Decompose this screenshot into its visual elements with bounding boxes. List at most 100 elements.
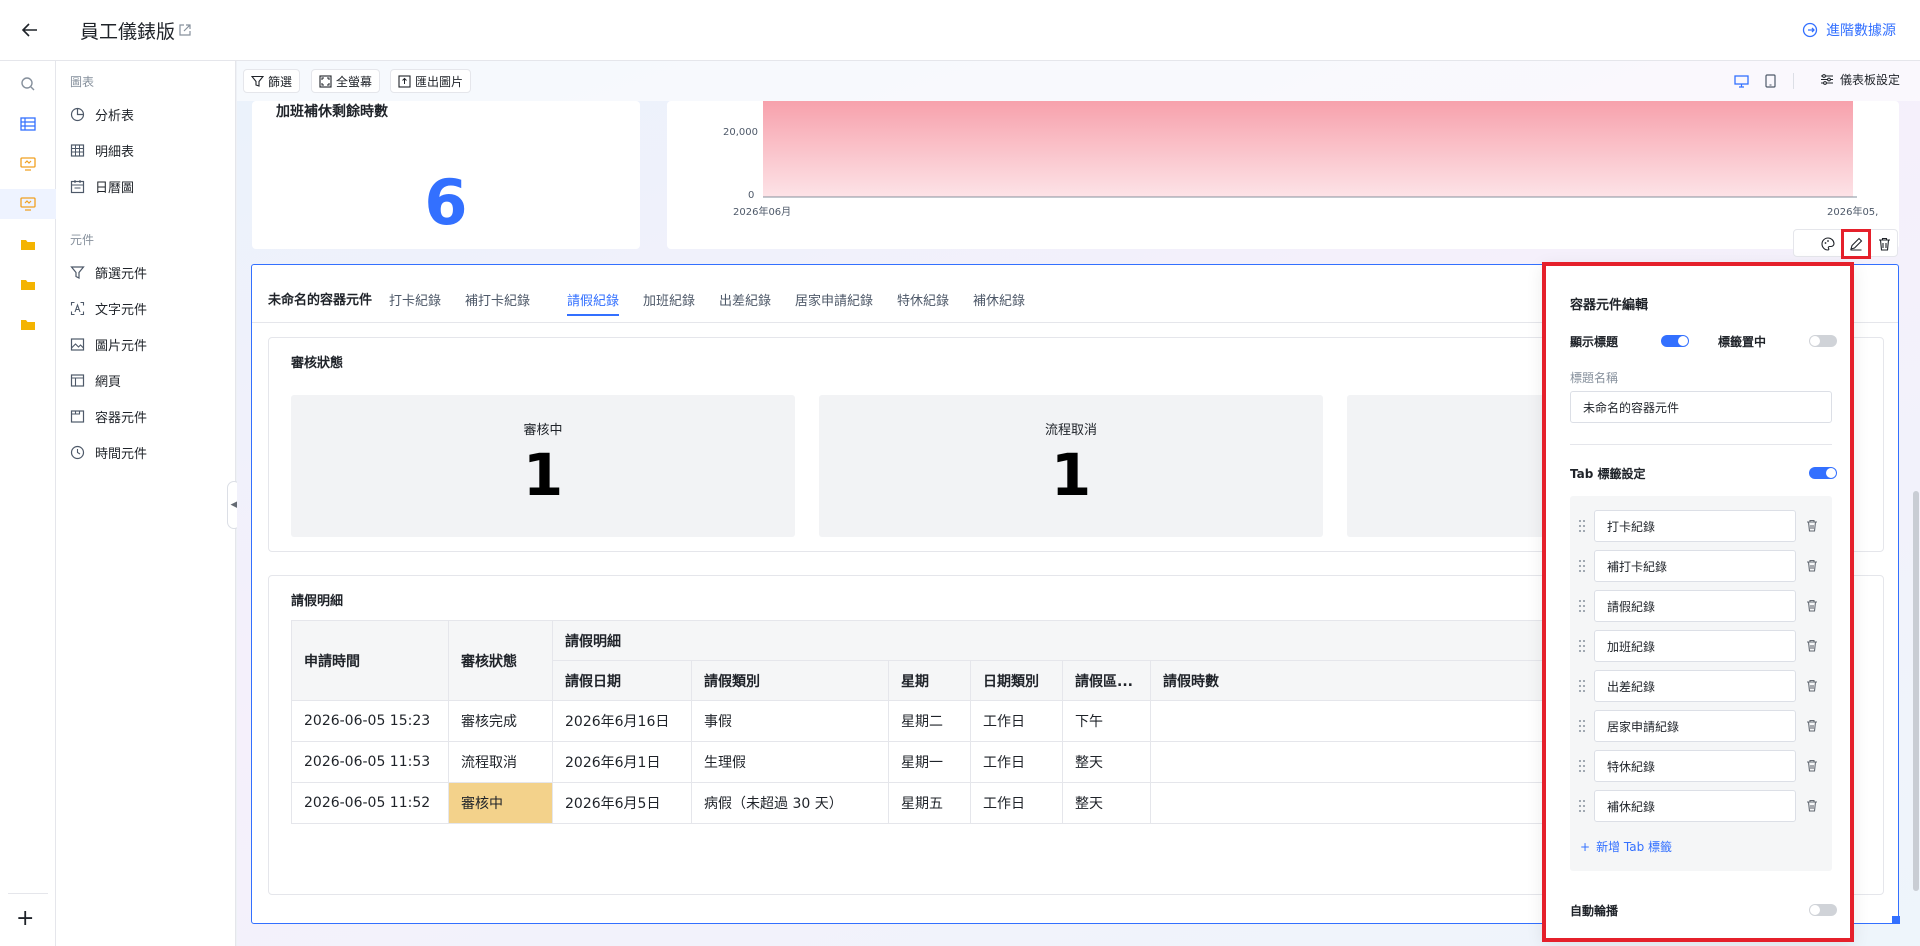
comp-item-image[interactable]: 圖片元件 [70, 331, 230, 357]
rail-search[interactable] [0, 69, 56, 99]
tab-clock-in[interactable]: 打卡紀錄 [389, 290, 441, 309]
trash-icon[interactable] [1804, 598, 1820, 614]
drag-handle-icon[interactable] [1578, 639, 1586, 653]
col-header-status[interactable]: 審核狀態 [448, 620, 553, 701]
rail-dashboard-1[interactable] [0, 149, 56, 179]
comp-item-analysis[interactable]: 分析表 [70, 101, 230, 127]
col-header-date[interactable]: 請假日期 [552, 660, 692, 701]
add-tab-button[interactable]: + 新增 Tab 標籤 [1580, 838, 1672, 855]
cell-hours [1150, 700, 1551, 742]
trash-icon[interactable] [1804, 758, 1820, 774]
drag-handle-icon[interactable] [1578, 719, 1586, 733]
drag-handle-icon[interactable] [1578, 519, 1586, 533]
drag-handle-icon[interactable] [1578, 799, 1586, 813]
delete-widget-button[interactable] [1874, 234, 1894, 254]
chart-card[interactable]: 20,000 0 2026年06月 2026年05, [667, 101, 1899, 249]
filter-button[interactable]: 篩選 [243, 69, 301, 93]
cell-day-type: 工作日 [970, 741, 1063, 783]
title-name-input[interactable] [1570, 391, 1832, 423]
fullscreen-icon [319, 74, 332, 88]
edit-button[interactable] [1841, 229, 1871, 259]
trash-icon[interactable] [1804, 798, 1820, 814]
drag-handle-icon[interactable] [1578, 679, 1586, 693]
tab-settings-toggle[interactable] [1809, 467, 1837, 479]
col-header-range[interactable]: 請假區... [1062, 660, 1151, 701]
comp-item-calendar[interactable]: 日曆圖 [70, 173, 230, 199]
tab-overtime[interactable]: 加班紀錄 [643, 290, 695, 309]
area-chart [763, 101, 1857, 198]
rail-folder-1[interactable] [0, 229, 56, 259]
cell-time: 2026-06-05 11:53 [291, 741, 449, 783]
trash-icon[interactable] [1804, 718, 1820, 734]
center-tabs-toggle[interactable] [1809, 335, 1837, 347]
rail-folder-3[interactable] [0, 309, 56, 339]
drag-handle-icon[interactable] [1578, 759, 1586, 773]
col-header-day-type[interactable]: 日期類別 [970, 660, 1063, 701]
comp-item-webpage[interactable]: 網頁 [70, 367, 230, 393]
tab-makeup-clock-in[interactable]: 補打卡紀錄 [465, 290, 530, 309]
tab-name-input[interactable] [1594, 550, 1796, 582]
tab-leave[interactable]: 請假紀錄 [567, 290, 619, 309]
autoplay-toggle[interactable] [1809, 904, 1837, 916]
mobile-view-button[interactable] [1765, 69, 1776, 93]
add-button[interactable]: + [16, 908, 34, 930]
tab-name-input[interactable] [1594, 670, 1796, 702]
drag-handle-icon[interactable] [1578, 599, 1586, 613]
active-tab-indicator [567, 314, 619, 316]
col-header-time[interactable]: 申請時間 [291, 620, 449, 701]
cell-time: 2026-06-05 15:23 [291, 700, 449, 742]
tab-name-input[interactable] [1594, 590, 1796, 622]
tab-name-input[interactable] [1594, 510, 1796, 542]
comp-item-text[interactable]: 文字元件 [70, 295, 230, 321]
canvas-scrollbar[interactable] [1913, 491, 1919, 891]
dashboard-icon [20, 157, 36, 171]
calendar-icon [70, 179, 85, 193]
tab-comp-leave[interactable]: 補休紀錄 [973, 290, 1025, 309]
drag-handle-icon[interactable] [1578, 559, 1586, 573]
tab-row [1570, 710, 1832, 742]
top-bar: 員工儀錶版 進階數據源 [0, 0, 1920, 61]
tab-name-input[interactable] [1594, 790, 1796, 822]
metric-card[interactable]: 加班補休剩餘時數 6 [252, 101, 640, 249]
fullscreen-button-label: 全螢幕 [336, 74, 373, 89]
col-header-type[interactable]: 請假類別 [691, 660, 889, 701]
fullscreen-button[interactable]: 全螢幕 [311, 69, 381, 93]
tab-annual-leave[interactable]: 特休紀錄 [897, 290, 949, 309]
resize-handle[interactable] [1892, 916, 1900, 924]
comp-item-filter[interactable]: 篩選元件 [70, 259, 230, 285]
external-link-icon[interactable] [178, 23, 192, 37]
dashboard-settings-button[interactable]: 儀表板設定 [1820, 71, 1900, 88]
toggle-knob [1826, 468, 1836, 478]
col-header-weekday[interactable]: 星期 [888, 660, 971, 701]
folder-icon [21, 239, 35, 250]
charts-group-label: 圖表 [70, 75, 95, 89]
tab-name-input[interactable] [1594, 710, 1796, 742]
cell-day-type: 工作日 [970, 700, 1063, 742]
trash-icon[interactable] [1804, 638, 1820, 654]
advanced-source-link[interactable]: 進階數據源 [1802, 20, 1896, 40]
rail-table[interactable] [0, 109, 56, 139]
style-button[interactable] [1818, 234, 1838, 254]
y-tick-label: 0 [748, 190, 755, 201]
trash-icon[interactable] [1804, 558, 1820, 574]
tab-remote-work[interactable]: 居家申請紀錄 [795, 290, 873, 309]
tab-name-input[interactable] [1594, 750, 1796, 782]
metric-value: 6 [424, 166, 468, 239]
folder-icon [21, 319, 35, 330]
back-button[interactable] [18, 18, 42, 42]
comp-item-container[interactable]: 容器元件 [70, 403, 230, 429]
tab-name-input[interactable] [1594, 630, 1796, 662]
comp-item-time[interactable]: 時間元件 [70, 439, 230, 465]
rail-folder-2[interactable] [0, 269, 56, 299]
detail-card-title: 請假明細 [291, 594, 344, 609]
trash-icon[interactable] [1804, 678, 1820, 694]
col-header-hours[interactable]: 請假時數 [1150, 660, 1551, 701]
show-title-toggle[interactable] [1661, 335, 1689, 347]
trash-icon[interactable] [1804, 518, 1820, 534]
export-image-button[interactable]: 匯出圖片 [390, 69, 472, 93]
rail-dashboard-2[interactable] [0, 189, 56, 219]
tab-business-trip[interactable]: 出差紀錄 [719, 290, 771, 309]
desktop-view-button[interactable] [1734, 69, 1749, 93]
rail-divider [8, 893, 48, 894]
comp-item-detail-table[interactable]: 明細表 [70, 137, 230, 163]
